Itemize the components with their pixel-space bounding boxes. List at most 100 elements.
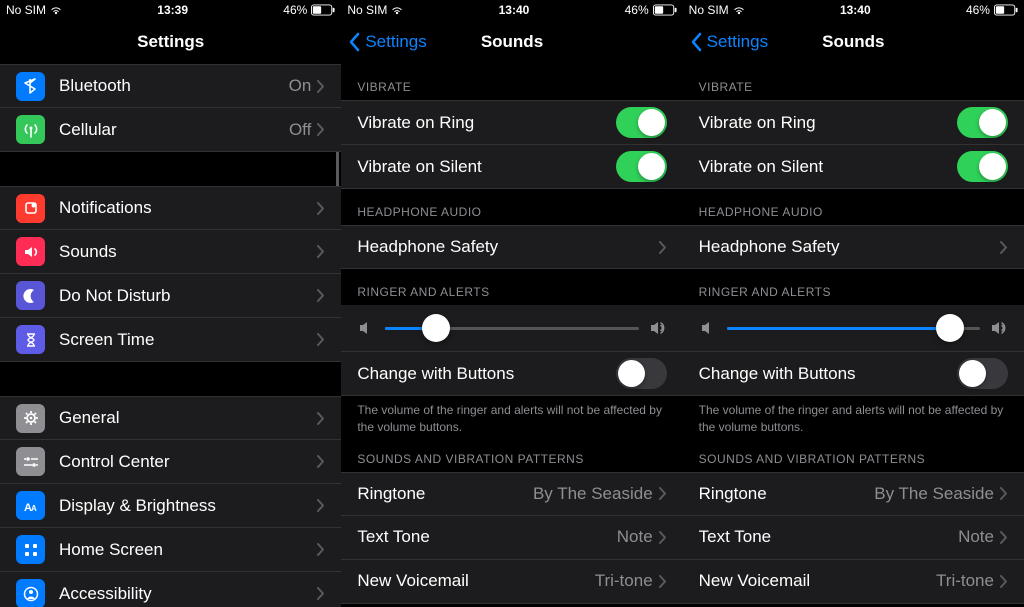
row-notifications[interactable]: Notifications (0, 186, 341, 230)
chevron-right-icon (1000, 531, 1008, 544)
chevron-right-icon (317, 289, 325, 302)
row-label: Do Not Disturb (59, 286, 317, 306)
row-label: New Voicemail (357, 571, 594, 591)
row-accessibility[interactable]: Accessibility (0, 572, 341, 607)
back-button[interactable]: Settings (691, 20, 768, 64)
speaker-icon (16, 237, 45, 266)
row-label: Cellular (59, 120, 289, 140)
chevron-right-icon (659, 487, 667, 500)
row-voicemail[interactable]: New Voicemail Tri-tone (341, 560, 682, 604)
clock: 13:40 (499, 3, 530, 17)
row-change-buttons[interactable]: Change with Buttons (683, 352, 1024, 396)
toggle-vibrate-silent[interactable] (616, 151, 667, 182)
row-ringtone[interactable]: Ringtone By The Seaside (341, 472, 682, 516)
toggle-change-buttons[interactable] (957, 358, 1008, 389)
section-headphone: HEADPHONE AUDIO (341, 189, 682, 225)
ringer-footer: The volume of the ringer and alerts will… (683, 396, 1024, 446)
row-vibrate-silent[interactable]: Vibrate on Silent (683, 145, 1024, 189)
volume-slider[interactable] (385, 327, 638, 330)
speaker-low-icon (699, 319, 717, 337)
row-cellular[interactable]: Cellular Off (0, 108, 341, 152)
clock: 13:40 (840, 3, 871, 17)
row-ringtone[interactable]: Ringtone By The Seaside (683, 472, 1024, 516)
ringer-footer: The volume of the ringer and alerts will… (341, 396, 682, 446)
back-label: Settings (365, 32, 426, 52)
row-detail: Note (958, 527, 994, 547)
row-vibrate-ring[interactable]: Vibrate on Ring (341, 100, 682, 145)
row-screentime[interactable]: Screen Time (0, 318, 341, 362)
row-texttone[interactable]: Text Tone Note (683, 516, 1024, 560)
row-display[interactable]: Display & Brightness (0, 484, 341, 528)
wifi-icon (391, 4, 403, 16)
screen-settings: No SIM 13:39 46% Settings Bluetooth On C… (0, 0, 341, 607)
row-label: Ringtone (699, 484, 875, 504)
chevron-right-icon (659, 241, 667, 254)
row-label: Text Tone (699, 527, 958, 547)
row-vibrate-ring[interactable]: Vibrate on Ring (683, 100, 1024, 145)
chevron-right-icon (317, 333, 325, 346)
back-button[interactable]: Settings (349, 20, 426, 64)
chevron-right-icon (317, 412, 325, 425)
row-label: Text Tone (357, 527, 616, 547)
section-patterns: SOUNDS AND VIBRATION PATTERNS (683, 446, 1024, 472)
row-headphone-safety[interactable]: Headphone Safety (341, 225, 682, 269)
volume-slider-row (341, 305, 682, 352)
page-title: Sounds (822, 32, 884, 52)
section-ringer: RINGER AND ALERTS (341, 269, 682, 305)
row-vibrate-silent[interactable]: Vibrate on Silent (341, 145, 682, 189)
row-label: Headphone Safety (699, 237, 1000, 257)
hourglass-icon (16, 325, 45, 354)
row-label: Vibrate on Silent (699, 157, 957, 177)
person-icon (16, 579, 45, 607)
row-home-screen[interactable]: Home Screen (0, 528, 341, 572)
row-label: Home Screen (59, 540, 317, 560)
battery-icon (311, 4, 335, 16)
chevron-right-icon (317, 587, 325, 600)
row-texttone[interactable]: Text Tone Note (341, 516, 682, 560)
section-headphone: HEADPHONE AUDIO (683, 189, 1024, 225)
screen-sounds-b: No SIM 13:40 46% Settings Sounds VIBRATE… (683, 0, 1024, 607)
status-bar: No SIM 13:40 46% (683, 0, 1024, 20)
row-control-center[interactable]: Control Center (0, 440, 341, 484)
carrier-text: No SIM (347, 3, 387, 17)
row-label: Vibrate on Silent (357, 157, 615, 177)
carrier-text: No SIM (689, 3, 729, 17)
speaker-low-icon (357, 319, 375, 337)
navbar: Settings (0, 20, 341, 64)
page-title: Sounds (481, 32, 543, 52)
row-dnd[interactable]: Do Not Disturb (0, 274, 341, 318)
chevron-right-icon (1000, 487, 1008, 500)
section-ringer: RINGER AND ALERTS (683, 269, 1024, 305)
row-detail: By The Seaside (533, 484, 653, 504)
row-label: Change with Buttons (699, 364, 957, 384)
chevron-right-icon (1000, 575, 1008, 588)
row-label: Sounds (59, 242, 317, 262)
row-sounds[interactable]: Sounds (0, 230, 341, 274)
volume-slider[interactable] (727, 327, 980, 330)
status-bar: No SIM 13:40 46% (341, 0, 682, 20)
row-detail: Tri-tone (936, 571, 994, 591)
toggle-change-buttons[interactable] (616, 358, 667, 389)
row-bluetooth[interactable]: Bluetooth On (0, 64, 341, 108)
row-change-buttons[interactable]: Change with Buttons (341, 352, 682, 396)
row-voicemail[interactable]: New Voicemail Tri-tone (683, 560, 1024, 604)
battery-icon (653, 4, 677, 16)
toggle-vibrate-silent[interactable] (957, 151, 1008, 182)
row-headphone-safety[interactable]: Headphone Safety (683, 225, 1024, 269)
battery-text: 46% (966, 3, 990, 17)
chevron-right-icon (317, 123, 325, 136)
row-label: General (59, 408, 317, 428)
toggle-vibrate-ring[interactable] (616, 107, 667, 138)
row-label: Vibrate on Ring (699, 113, 957, 133)
battery-icon (994, 4, 1018, 16)
row-label: New Voicemail (699, 571, 936, 591)
battery-text: 46% (625, 3, 649, 17)
chevron-right-icon (659, 575, 667, 588)
toggle-vibrate-ring[interactable] (957, 107, 1008, 138)
chevron-right-icon (317, 499, 325, 512)
row-label: Vibrate on Ring (357, 113, 615, 133)
row-general[interactable]: General (0, 396, 341, 440)
chevron-back-icon (349, 32, 361, 52)
page-title: Settings (137, 32, 204, 52)
navbar: Settings Sounds (341, 20, 682, 64)
